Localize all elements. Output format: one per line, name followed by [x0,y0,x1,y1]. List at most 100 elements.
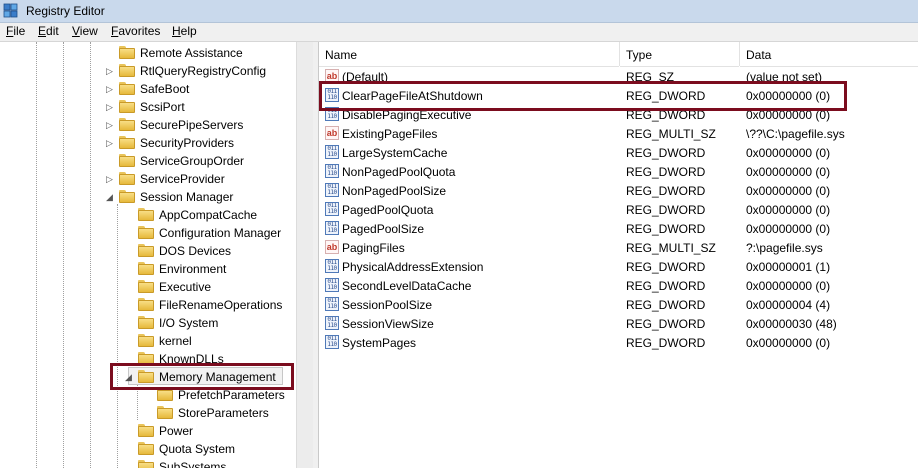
value-row[interactable]: 011 110 SecondLevelDataCache REG_DWORD 0x00… [319,276,918,295]
value-type: REG_DWORD [626,146,706,160]
value-row[interactable]: ab ExistingPageFiles REG_MULTI_SZ \??\C:\pa… [319,124,918,143]
tree-item-label: PrefetchParameters [178,388,285,402]
tree-item[interactable]: Executive [0,278,296,296]
value-row[interactable]: 011 110 PhysicalAddressExtension REG_DWORD… [319,257,918,276]
expand-arrow-icon[interactable]: ▷ [105,67,114,76]
column-header-name[interactable]: Name [319,42,619,67]
tree-item-label: StoreParameters [178,406,269,420]
tree-item-label: Session Manager [140,190,234,204]
menu-view[interactable]: View [72,24,98,38]
tree-scrollbar[interactable] [296,42,314,468]
column-data-label: Data [746,48,772,62]
expand-arrow-icon[interactable]: ▷ [105,103,114,112]
folder-icon [138,262,154,275]
tree-item-label: kernel [159,334,192,348]
tree-item-label: AppCompatCache [159,208,258,222]
expand-arrow-icon[interactable]: ▷ [105,85,114,94]
tree-item[interactable]: DOS Devices [0,242,296,260]
tree-item[interactable]: Quota System [0,440,296,458]
tree-item-label: SecurityProviders [140,136,235,150]
value-type: REG_DWORD [626,203,706,217]
tree-item-label: Quota System [159,442,236,456]
registry-key-tree[interactable]: Remote Assistance ▷ RtlQueryRegistryConfig… [0,42,296,468]
tree-item[interactable]: Environment [0,260,296,278]
expand-arrow-icon[interactable]: ▷ [105,121,114,130]
menu-edit[interactable]: Edit [38,24,59,38]
tree-item-label: Environment [159,262,227,276]
menu-favorites[interactable]: Favorites [111,24,160,38]
folder-icon [138,442,154,455]
binary-value-icon: 011 110 [325,145,339,159]
tree-item[interactable]: ▷ SafeBoot [0,80,296,98]
tree-item-label: Remote Assistance [140,46,243,60]
tree-item[interactable]: Power [0,422,296,440]
value-name: SessionPoolSize [342,298,433,312]
menu-help[interactable]: Help [172,24,197,38]
value-row[interactable]: 011 110 PagedPoolSize REG_DWORD 0x00000000 … [319,219,918,238]
tree-item-label: SafeBoot [140,82,190,96]
value-name: NonPagedPoolQuota [342,165,456,179]
tree-item[interactable]: Remote Assistance [0,44,296,62]
binary-value-icon: 011 110 [325,278,339,292]
collapse-arrow-icon[interactable]: ◢ [105,193,114,202]
registry-values-list[interactable]: Name Type Data ab (Default) REG_SZ (value n… [319,42,918,468]
value-data: 0x00000000 (0) [746,336,831,350]
expand-arrow-icon[interactable]: ▷ [105,175,114,184]
value-name: NonPagedPoolSize [342,184,447,198]
tree-item[interactable]: ▷ SecurePipeServers [0,116,296,134]
tree-item[interactable]: ▷ ScsiPort [0,98,296,116]
tree-item[interactable]: StoreParameters [0,404,296,422]
binary-value-icon: 011 110 [325,259,339,273]
folder-icon [138,280,154,293]
tree-item[interactable]: ▷ ServiceProvider [0,170,296,188]
tree-item[interactable]: Configuration Manager [0,224,296,242]
tree-item[interactable]: SubSystems [0,458,296,468]
string-value-icon: ab [325,126,339,140]
column-type-label: Type [626,48,653,62]
tree-item[interactable]: ServiceGroupOrder [0,152,296,170]
expand-arrow-icon[interactable]: ▷ [105,139,114,148]
highlight-box-clear-pagefile [319,81,847,111]
value-row[interactable]: 011 110 PagedPoolQuota REG_DWORD 0x00000000… [319,200,918,219]
binary-value-icon: 011 110 [325,164,339,178]
folder-icon [138,424,154,437]
value-name: PagedPoolSize [342,222,425,236]
tree-item[interactable]: ◢ Session Manager [0,188,296,206]
value-type: REG_MULTI_SZ [626,241,716,255]
tree-item[interactable]: I/O System [0,314,296,332]
value-row[interactable]: 011 110 SessionViewSize REG_DWORD 0x0000003… [319,314,918,333]
value-row[interactable]: 011 110 LargeSystemCache REG_DWORD 0x000000… [319,143,918,162]
value-name: LargeSystemCache [342,146,448,160]
column-header-data[interactable]: Data [740,42,918,67]
folder-icon [157,406,173,419]
folder-icon [138,298,154,311]
value-type: REG_DWORD [626,165,706,179]
binary-value-icon: 011 110 [325,202,339,216]
tree-item-label: I/O System [159,316,219,330]
value-type: REG_DWORD [626,222,706,236]
binary-value-icon: 011 110 [325,297,339,311]
value-row[interactable]: 011 110 SystemPages REG_DWORD 0x00000000 (0… [319,333,918,352]
value-data: 0x00000030 (48) [746,317,837,331]
value-row[interactable]: 011 110 NonPagedPoolQuota REG_DWORD 0x00000… [319,162,918,181]
value-type: REG_DWORD [626,336,706,350]
tree-item[interactable]: AppCompatCache [0,206,296,224]
value-data: 0x00000001 (1) [746,260,831,274]
value-name: PhysicalAddressExtension [342,260,484,274]
tree-item[interactable]: kernel [0,332,296,350]
value-row[interactable]: ab PagingFiles REG_MULTI_SZ ?:\pagefile.sys [319,238,918,257]
menu-file[interactable]: File [6,24,25,38]
value-data: 0x00000000 (0) [746,165,831,179]
tree-item-label: DOS Devices [159,244,232,258]
column-header-type[interactable]: Type [620,42,739,67]
tree-item-label: SecurePipeServers [140,118,244,132]
value-row[interactable]: 011 110 NonPagedPoolSize REG_DWORD 0x000000… [319,181,918,200]
folder-icon [138,334,154,347]
tree-item[interactable]: ▷ SecurityProviders [0,134,296,152]
tree-item-label: ServiceGroupOrder [140,154,245,168]
value-row[interactable]: 011 110 SessionPoolSize REG_DWORD 0x0000000… [319,295,918,314]
tree-item[interactable]: ▷ RtlQueryRegistryConfig [0,62,296,80]
binary-value-icon: 011 110 [325,316,339,330]
tree-item[interactable]: FileRenameOperations [0,296,296,314]
folder-icon [119,46,135,59]
